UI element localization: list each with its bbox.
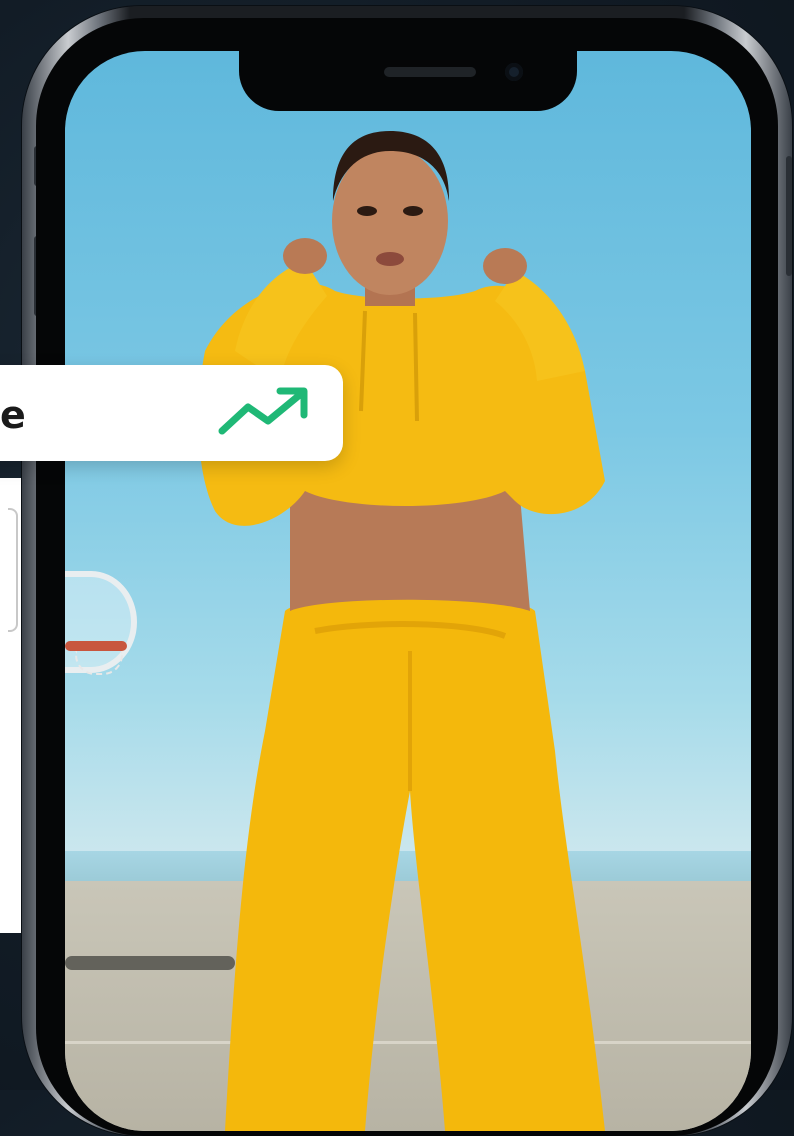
trending-up-icon (218, 387, 308, 435)
phone-mockup (22, 6, 792, 1136)
card-scrollbar (8, 508, 18, 632)
phone-notch (239, 51, 577, 111)
trending-card: e (0, 365, 343, 461)
phone-speaker (384, 67, 476, 77)
model-photo (198, 131, 605, 1131)
phone-screen (65, 51, 751, 1131)
phone-power-button (786, 156, 792, 276)
trending-card-label: e (0, 393, 26, 437)
face (332, 147, 448, 295)
sweatpants (225, 596, 605, 1131)
front-camera (505, 63, 523, 81)
